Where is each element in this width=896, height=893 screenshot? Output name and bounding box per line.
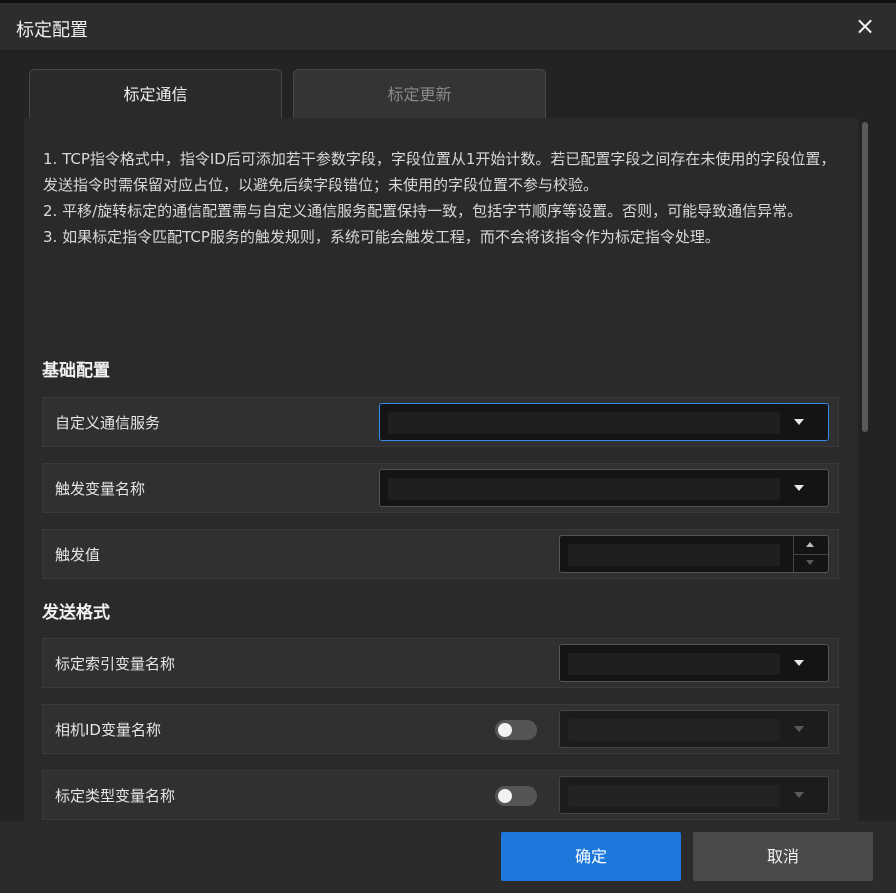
trigger-var-name-label: 触发变量名称 bbox=[55, 480, 146, 498]
calib-index-var-select[interactable] bbox=[559, 644, 829, 682]
chevron-down-icon bbox=[794, 485, 804, 491]
camera-id-var-label: 相机ID变量名称 bbox=[55, 721, 161, 739]
note-1: 1. TCP指令格式中，指令ID后可添加若干参数字段，字段位置从1开始计数。若已… bbox=[43, 150, 836, 194]
dialog-title: 标定配置 bbox=[16, 20, 88, 41]
custom-comm-service-label: 自定义通信服务 bbox=[55, 414, 161, 432]
note-2: 2. 平移/旋转标定的通信配置需与自定义通信服务配置保持一致，包括字节顺序等设置… bbox=[43, 202, 803, 220]
spin-buttons bbox=[793, 536, 828, 572]
trigger-value-value bbox=[568, 544, 780, 566]
instructions-text: 1. TCP指令格式中，指令ID后可添加若干参数字段，字段位置从1开始计数。若已… bbox=[43, 146, 843, 250]
section-send-format: 发送格式 bbox=[42, 603, 110, 623]
trigger-var-name-select[interactable] bbox=[379, 469, 829, 507]
row-calib-index-var: 标定索引变量名称 bbox=[42, 638, 839, 688]
toggle-knob bbox=[498, 723, 512, 737]
trigger-value-label: 触发值 bbox=[55, 546, 101, 564]
chevron-down-icon bbox=[794, 660, 804, 666]
calib-index-var-label: 标定索引变量名称 bbox=[55, 655, 176, 673]
trigger-value-spinbox[interactable] bbox=[559, 535, 829, 573]
camera-id-var-toggle[interactable] bbox=[495, 720, 537, 740]
note-3: 3. 如果标定指令匹配TCP服务的触发规则，系统可能会触发工程，而不会将该指令作… bbox=[43, 228, 720, 246]
cancel-button[interactable]: 取消 bbox=[693, 832, 873, 881]
confirm-button[interactable]: 确定 bbox=[501, 832, 681, 881]
toggle-knob bbox=[498, 789, 512, 803]
calib-type-var-select[interactable] bbox=[559, 776, 829, 814]
row-custom-comm-service: 自定义通信服务 bbox=[42, 397, 839, 447]
chevron-down-icon bbox=[794, 419, 804, 425]
close-icon[interactable]: × bbox=[852, 13, 878, 39]
calib-index-var-value bbox=[568, 653, 780, 675]
custom-comm-service-value bbox=[388, 412, 780, 434]
calib-type-var-toggle[interactable] bbox=[495, 786, 537, 806]
custom-comm-service-select[interactable] bbox=[379, 403, 829, 441]
calib-type-var-label: 标定类型变量名称 bbox=[55, 787, 176, 805]
tab-calib-update[interactable]: 标定更新 bbox=[293, 69, 546, 118]
scrollbar-thumb[interactable] bbox=[862, 122, 868, 432]
row-camera-id-var: 相机ID变量名称 bbox=[42, 704, 839, 754]
tab-calib-comm[interactable]: 标定通信 bbox=[29, 69, 282, 118]
spin-up-icon[interactable] bbox=[794, 536, 828, 555]
trigger-var-name-value bbox=[388, 478, 780, 500]
camera-id-var-select[interactable] bbox=[559, 710, 829, 748]
row-trigger-var-name: 触发变量名称 bbox=[42, 463, 839, 513]
spin-down-icon[interactable] bbox=[794, 554, 828, 572]
calib-type-var-value bbox=[568, 785, 780, 807]
dialog-titlebar: 标定配置 × bbox=[0, 3, 896, 51]
chevron-down-icon bbox=[794, 792, 804, 798]
chevron-down-icon bbox=[794, 726, 804, 732]
row-trigger-value: 触发值 bbox=[42, 529, 839, 579]
camera-id-var-value bbox=[568, 719, 780, 741]
row-calib-type-var: 标定类型变量名称 bbox=[42, 770, 839, 820]
section-basic-config: 基础配置 bbox=[42, 361, 110, 381]
